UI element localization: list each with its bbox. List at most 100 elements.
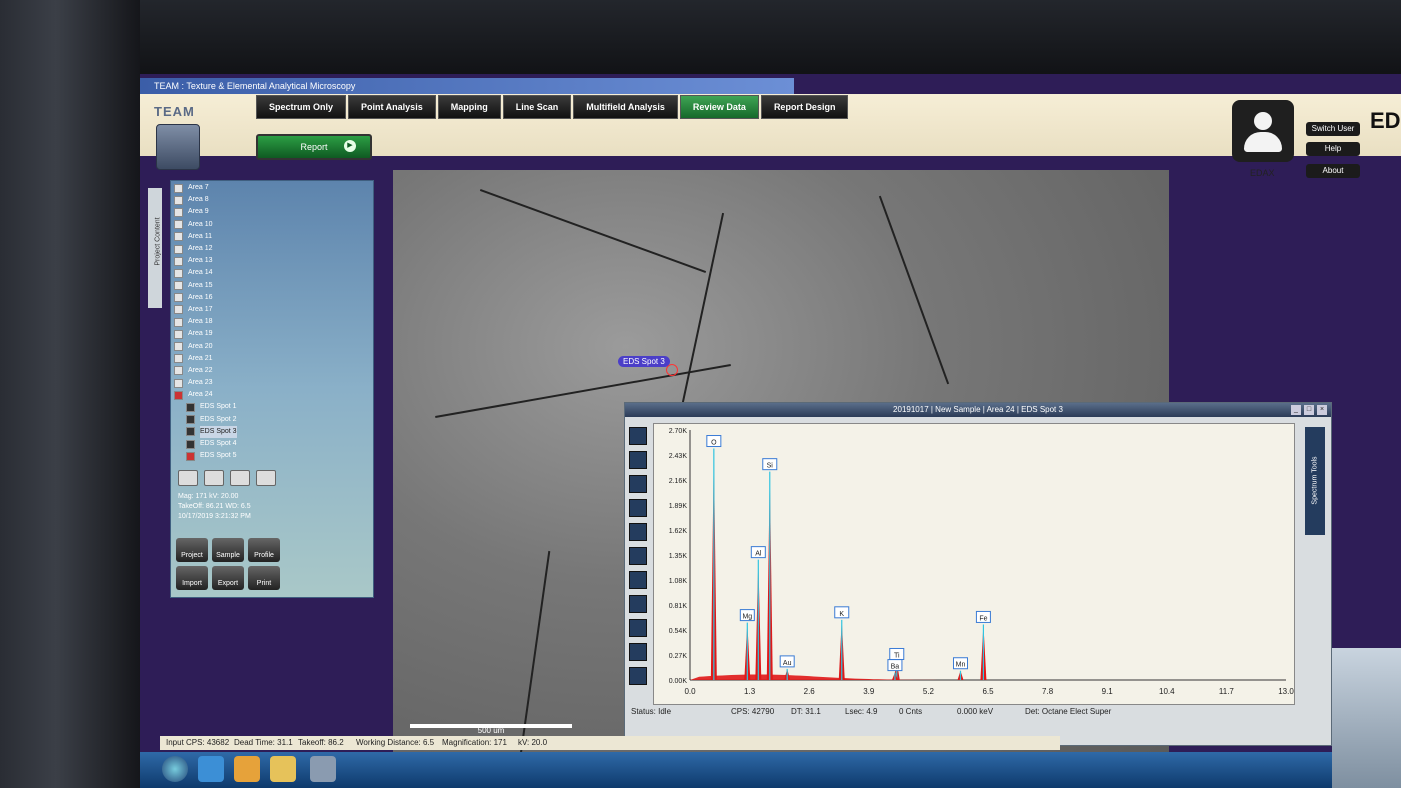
tree-spot-item[interactable]: EDS Spot 4 [174, 438, 354, 450]
delete-icon[interactable] [178, 470, 198, 486]
switch-user-button[interactable]: Switch User [1306, 122, 1360, 136]
area-icon [174, 378, 183, 388]
spectrum-tools-tab[interactable]: Spectrum Tools [1305, 427, 1325, 535]
y-tick-label: 2.70K [669, 428, 688, 435]
tree-item[interactable]: Area 19 [174, 328, 354, 340]
tree-spot-item[interactable]: EDS Spot 5 [174, 450, 354, 462]
start-icon[interactable] [162, 756, 188, 782]
tree-item[interactable]: Area 20 [174, 340, 354, 352]
tree-item[interactable]: Area 23 [174, 377, 354, 389]
area-icon [174, 342, 183, 352]
tree-item[interactable]: Area 9 [174, 206, 354, 218]
peak-id-icon[interactable] [629, 451, 647, 469]
tree-item[interactable]: Area 7 [174, 182, 354, 194]
tree-item[interactable]: Area 11 [174, 231, 354, 243]
spectrum-icon [186, 427, 195, 437]
spectrum-plot[interactable]: 0.0 1.3 2.6 3.9 5.2 6.5 7.8 9.1 10.4 11.7 13.0 0.00… [653, 423, 1295, 705]
status-idle: Status: Idle [631, 707, 672, 716]
tree-item[interactable]: Area 17 [174, 304, 354, 316]
tab-report-design[interactable]: Report Design [760, 95, 849, 119]
user-avatar[interactable] [1232, 100, 1294, 162]
tree-spot-item[interactable]: EDS Spot 2 [174, 414, 354, 426]
print-icon[interactable] [629, 619, 647, 637]
panel-icon-row [178, 470, 276, 486]
lock-icon[interactable] [230, 470, 250, 486]
area-icon [174, 281, 183, 291]
team-spectrum-icon[interactable] [156, 124, 200, 170]
tree-item[interactable]: Area 21 [174, 353, 354, 365]
tab-review-data[interactable]: Review Data [679, 95, 759, 119]
ie-icon[interactable] [198, 756, 224, 782]
area-icon [174, 232, 183, 242]
sample-button[interactable]: Sample [212, 538, 244, 562]
y-tick-label: 0.54K [669, 628, 688, 635]
magnification: Magnification: 171 [442, 738, 507, 747]
media-player-icon[interactable] [234, 756, 260, 782]
tree-item[interactable]: Area 12 [174, 243, 354, 255]
overlay-icon[interactable] [629, 475, 647, 493]
spectrum-icon [186, 451, 195, 461]
tab-multifield-analysis[interactable]: Multifield Analysis [573, 95, 678, 119]
tree-item[interactable]: Area 24 [174, 389, 354, 401]
tree-item[interactable]: Area 18 [174, 316, 354, 328]
tree-spot-item-selected[interactable]: EDS Spot 3 [174, 425, 354, 438]
profile-button[interactable]: Profile [248, 538, 280, 562]
spectrum-tools-label: Spectrum Tools [1311, 456, 1319, 505]
tree-item[interactable]: Area 22 [174, 365, 354, 377]
chart-icon[interactable] [629, 547, 647, 565]
export-button[interactable]: Export [212, 566, 244, 590]
tab-point-analysis[interactable]: Point Analysis [348, 95, 436, 119]
compare-icon[interactable] [629, 499, 647, 517]
print-button[interactable]: Print [248, 566, 280, 590]
peak-label: Ba [891, 664, 900, 671]
peak-label: K [839, 611, 844, 618]
explorer-icon[interactable] [270, 756, 296, 782]
edax-user-label: EDAX [1250, 168, 1275, 178]
tree-spot-item[interactable]: EDS Spot 1 [174, 401, 354, 413]
project-content-tab[interactable]: Project Content [148, 188, 162, 308]
tree-item[interactable]: Area 15 [174, 280, 354, 292]
zoom-icon[interactable] [629, 427, 647, 445]
camera-icon[interactable] [204, 470, 224, 486]
team-logo: TEAM [154, 104, 195, 119]
folder-icon[interactable] [256, 470, 276, 486]
area-icon [174, 207, 183, 217]
tree-item[interactable]: Area 10 [174, 219, 354, 231]
y-tick-label: 0.00K [669, 678, 688, 685]
tab-line-scan[interactable]: Line Scan [502, 95, 572, 119]
spot-marker-icon[interactable] [666, 364, 678, 376]
minimize-icon[interactable]: _ [1291, 405, 1301, 415]
tree-item[interactable]: Area 13 [174, 255, 354, 267]
x-tick-label: 3.9 [863, 687, 875, 696]
window-buttons: _ □ × [1291, 405, 1327, 415]
copy-icon[interactable] [629, 643, 647, 661]
report-button[interactable]: Report ▶ [256, 134, 372, 160]
tree-item[interactable]: Area 16 [174, 292, 354, 304]
spectrum-icon [186, 402, 195, 412]
import-button[interactable]: Import [176, 566, 208, 590]
grid-icon[interactable] [629, 523, 647, 541]
edax-logo: ED [1370, 108, 1401, 133]
about-button[interactable]: About [1306, 164, 1360, 178]
bar-icon[interactable] [629, 667, 647, 685]
tab-mapping[interactable]: Mapping [437, 95, 501, 119]
export-icon[interactable] [629, 595, 647, 613]
help-button[interactable]: Help [1306, 142, 1360, 156]
team-taskbar-icon[interactable] [310, 756, 336, 782]
tree-item[interactable]: Area 8 [174, 194, 354, 206]
tab-spectrum-only[interactable]: Spectrum Only [256, 95, 347, 119]
color-icon[interactable] [629, 571, 647, 589]
x-tick-label: 10.4 [1159, 687, 1175, 696]
close-icon[interactable]: × [1317, 405, 1327, 415]
y-tick-label: 1.89K [669, 503, 688, 510]
maximize-icon[interactable]: □ [1304, 405, 1314, 415]
peak-label: Si [767, 463, 774, 470]
tree-item[interactable]: Area 14 [174, 267, 354, 279]
status-cnts: 0 Cnts [899, 707, 923, 716]
area-icon [174, 244, 183, 254]
project-button[interactable]: Project [176, 538, 208, 562]
statusbar: Input CPS: 43682 Dead Time: 31.1 Takeoff… [160, 736, 1060, 750]
status-dt: DT: 31.1 [791, 707, 821, 716]
eds-spot-label[interactable]: EDS Spot 3 [618, 356, 670, 367]
camera-thumbnail[interactable] [1332, 648, 1401, 788]
